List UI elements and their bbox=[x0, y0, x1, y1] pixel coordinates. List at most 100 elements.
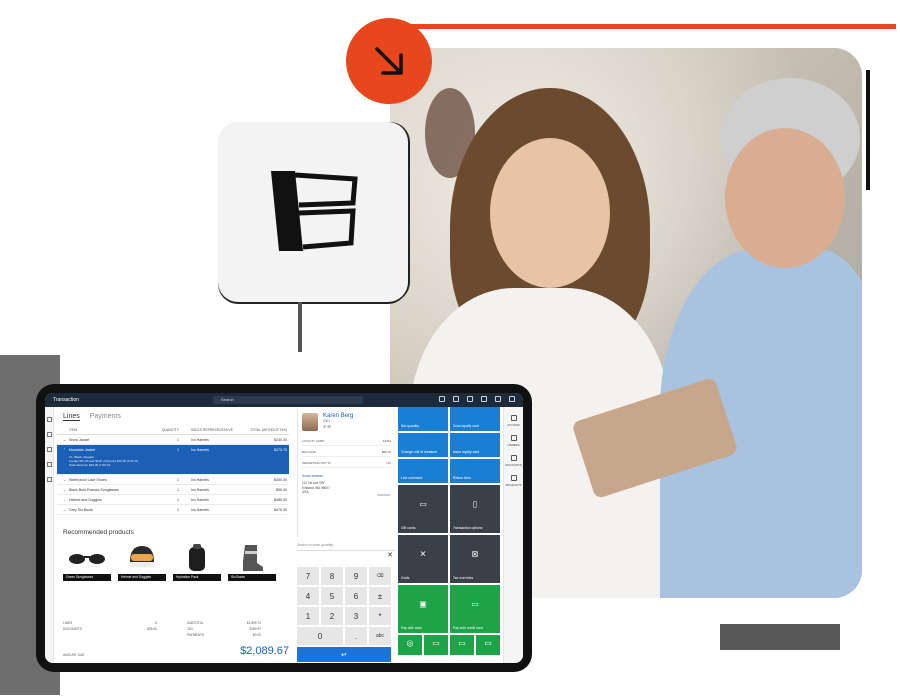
product-card[interactable]: Green Sunglasses bbox=[63, 542, 111, 581]
key-4[interactable]: 4 bbox=[297, 587, 319, 605]
pay-cash-button[interactable]: ▣ Pay with cash bbox=[398, 585, 448, 633]
sunglasses-icon bbox=[63, 542, 111, 574]
scan-loyalty-button[interactable]: Scan loyalty card bbox=[450, 407, 500, 431]
lines-panel: Lines Payments ITEM QUANTITY SALES REPRE… bbox=[57, 409, 289, 581]
gift-cards-button[interactable]: ▭ Gift cards bbox=[398, 485, 448, 533]
table-row[interactable]: ⌄ Snow Jacket 1 Ivo Hamels $240.00 bbox=[57, 435, 289, 445]
phone-icon[interactable]: ✆ bbox=[323, 424, 326, 429]
key-0[interactable]: 0 bbox=[297, 627, 343, 645]
voids-button[interactable]: ✕ Voids bbox=[398, 535, 448, 583]
avatar[interactable] bbox=[302, 413, 318, 431]
close-icon[interactable]: ✕ bbox=[387, 551, 393, 559]
right-bar: ACTIONS ORDERS DISCOUNTS PRODUCTS bbox=[503, 407, 523, 663]
transaction-options-button[interactable]: ▯ Transaction options bbox=[450, 485, 500, 533]
key-2[interactable]: 2 bbox=[321, 607, 343, 625]
col-total: TOTAL (WITHOUT TAX) bbox=[250, 428, 287, 432]
table-row-selected[interactable]: ⌃ Mountain Jacket XL, Black, Regular Loy… bbox=[57, 445, 289, 475]
key-7[interactable]: 7 bbox=[297, 567, 319, 585]
table-row[interactable]: ⌄ Grey Ski Boots 1 Ivo Hamels $470.00 bbox=[57, 505, 289, 515]
coins-icon[interactable]: ◎ bbox=[398, 635, 422, 655]
product-card[interactable]: Hydration Pack bbox=[173, 542, 221, 581]
display-icon[interactable] bbox=[453, 396, 459, 402]
key-6[interactable]: 6 bbox=[345, 587, 367, 605]
print-icon[interactable] bbox=[467, 396, 473, 402]
home-icon[interactable] bbox=[46, 432, 52, 437]
window-title: Transaction bbox=[53, 397, 79, 403]
search-input[interactable]: Search bbox=[213, 396, 363, 404]
tab-lines[interactable]: Lines bbox=[63, 413, 80, 421]
cash-icon: ▣ bbox=[419, 599, 427, 609]
helmet-icon bbox=[118, 542, 166, 574]
tax-overrides-button[interactable]: ⊠ Tax overrides bbox=[450, 535, 500, 583]
card-icon[interactable]: ▭ bbox=[424, 635, 448, 655]
key-decimal[interactable]: . bbox=[345, 627, 367, 645]
issue-loyalty-button[interactable]: Issue loyalty card bbox=[450, 433, 500, 457]
store-icon[interactable] bbox=[46, 447, 52, 452]
refresh-icon[interactable] bbox=[439, 396, 445, 402]
discounts-tab[interactable]: DISCOUNTS bbox=[504, 455, 523, 467]
table-row[interactable]: ⌄ Black Bold Framed Sunglasses 1 Ivo Ham… bbox=[57, 485, 289, 495]
amount-due-value: $2,089.67 bbox=[240, 645, 289, 657]
key-3[interactable]: 3 bbox=[345, 607, 367, 625]
products-tab[interactable]: PRODUCTS bbox=[504, 475, 523, 487]
product-card[interactable]: Ski Boots bbox=[228, 542, 276, 581]
key-1[interactable]: 1 bbox=[297, 607, 319, 625]
backpack-icon bbox=[173, 542, 221, 574]
products-icon bbox=[510, 475, 517, 481]
pos-titlebar: Transaction Search bbox=[45, 393, 523, 407]
product-card[interactable]: Helmet and Goggles bbox=[118, 542, 166, 581]
action-tiles: Set quantity Scan loyalty card Change un… bbox=[398, 407, 503, 663]
customer-panel: Karen Berg 2001 ✆ ✉ LOYALTY CARD 33333 BA… bbox=[297, 409, 395, 537]
set-quantity-button[interactable]: Set quantity bbox=[398, 407, 448, 431]
card-alt-icon[interactable]: ▭ bbox=[450, 635, 474, 655]
line-comment-button[interactable]: Line comment bbox=[398, 459, 448, 483]
quantity-search-input[interactable]: Search or enter quantity bbox=[297, 541, 395, 551]
decorative-orange-line bbox=[372, 24, 896, 29]
amount-due: AMOUNT DUE $2,089.67 bbox=[63, 645, 289, 657]
backspace-icon[interactable]: ⌫ bbox=[369, 567, 391, 585]
chevron-down-icon[interactable]: ⌄ bbox=[57, 508, 69, 512]
lightning-icon bbox=[510, 415, 517, 421]
change-uom-button[interactable]: Change unit of measure bbox=[398, 433, 448, 457]
chevron-down-icon[interactable]: ⌄ bbox=[57, 488, 69, 492]
orders-tab[interactable]: ORDERS bbox=[504, 435, 523, 447]
cart-icon[interactable] bbox=[46, 462, 52, 467]
tag-icon bbox=[510, 455, 517, 461]
col-quantity: QUANTITY bbox=[161, 428, 179, 432]
key-multiply[interactable]: * bbox=[369, 607, 391, 625]
key-5[interactable]: 5 bbox=[321, 587, 343, 605]
actions-tab[interactable]: ACTIONS bbox=[504, 415, 523, 427]
decorative-connector bbox=[298, 302, 302, 352]
chevron-down-icon[interactable]: ⌄ bbox=[57, 478, 69, 482]
credit-card-icon: ▭ bbox=[471, 599, 479, 609]
return-item-button[interactable]: Return item bbox=[450, 459, 500, 483]
user-icon[interactable] bbox=[509, 396, 515, 402]
arrow-down-right-icon bbox=[346, 18, 432, 104]
back-icon[interactable] bbox=[46, 417, 52, 422]
brand-logo-icon bbox=[271, 171, 358, 251]
key-8[interactable]: 8 bbox=[321, 567, 343, 585]
key-9[interactable]: 9 bbox=[345, 567, 367, 585]
key-abc[interactable]: abc bbox=[369, 627, 391, 645]
voucher-icon[interactable]: ▭ bbox=[476, 635, 500, 655]
bag-icon[interactable] bbox=[46, 477, 52, 482]
chevron-up-icon[interactable]: ⌃ bbox=[57, 448, 69, 452]
enter-button[interactable]: ↵ bbox=[297, 647, 391, 662]
gear-icon[interactable] bbox=[481, 396, 487, 402]
chevron-down-icon[interactable]: ⌄ bbox=[57, 498, 69, 502]
orders-icon bbox=[510, 435, 517, 441]
totals-panel: LINES 6 SUBTOTAL $1,899.70 DISCOUNTS $35… bbox=[63, 621, 261, 637]
chevron-down-icon[interactable]: ⌄ bbox=[57, 438, 69, 442]
pos-tablet: Transaction Search Lines Payments ITEM Q… bbox=[36, 384, 532, 672]
table-row[interactable]: ⌄ Waterproof Lace Shoes 1 Ivo Hamels $30… bbox=[57, 475, 289, 485]
table-row[interactable]: ⌄ Helmet and Goggles 1 Ivo Hamels $480.0… bbox=[57, 495, 289, 505]
tab-payments[interactable]: Payments bbox=[90, 413, 121, 421]
help-icon[interactable] bbox=[495, 396, 501, 402]
pay-card-button[interactable]: ▭ Pay with credit card bbox=[450, 585, 500, 633]
numpad: Search or enter quantity ✕ 7 8 9 ⌫ 4 5 6… bbox=[297, 541, 395, 662]
pos-screen: Transaction Search Lines Payments ITEM Q… bbox=[45, 393, 523, 663]
email-icon[interactable]: ✉ bbox=[327, 424, 330, 429]
marketing-composition: Transaction Search Lines Payments ITEM Q… bbox=[0, 0, 900, 700]
key-plus-minus[interactable]: ± bbox=[369, 587, 391, 605]
ski-boot-icon bbox=[228, 542, 276, 574]
